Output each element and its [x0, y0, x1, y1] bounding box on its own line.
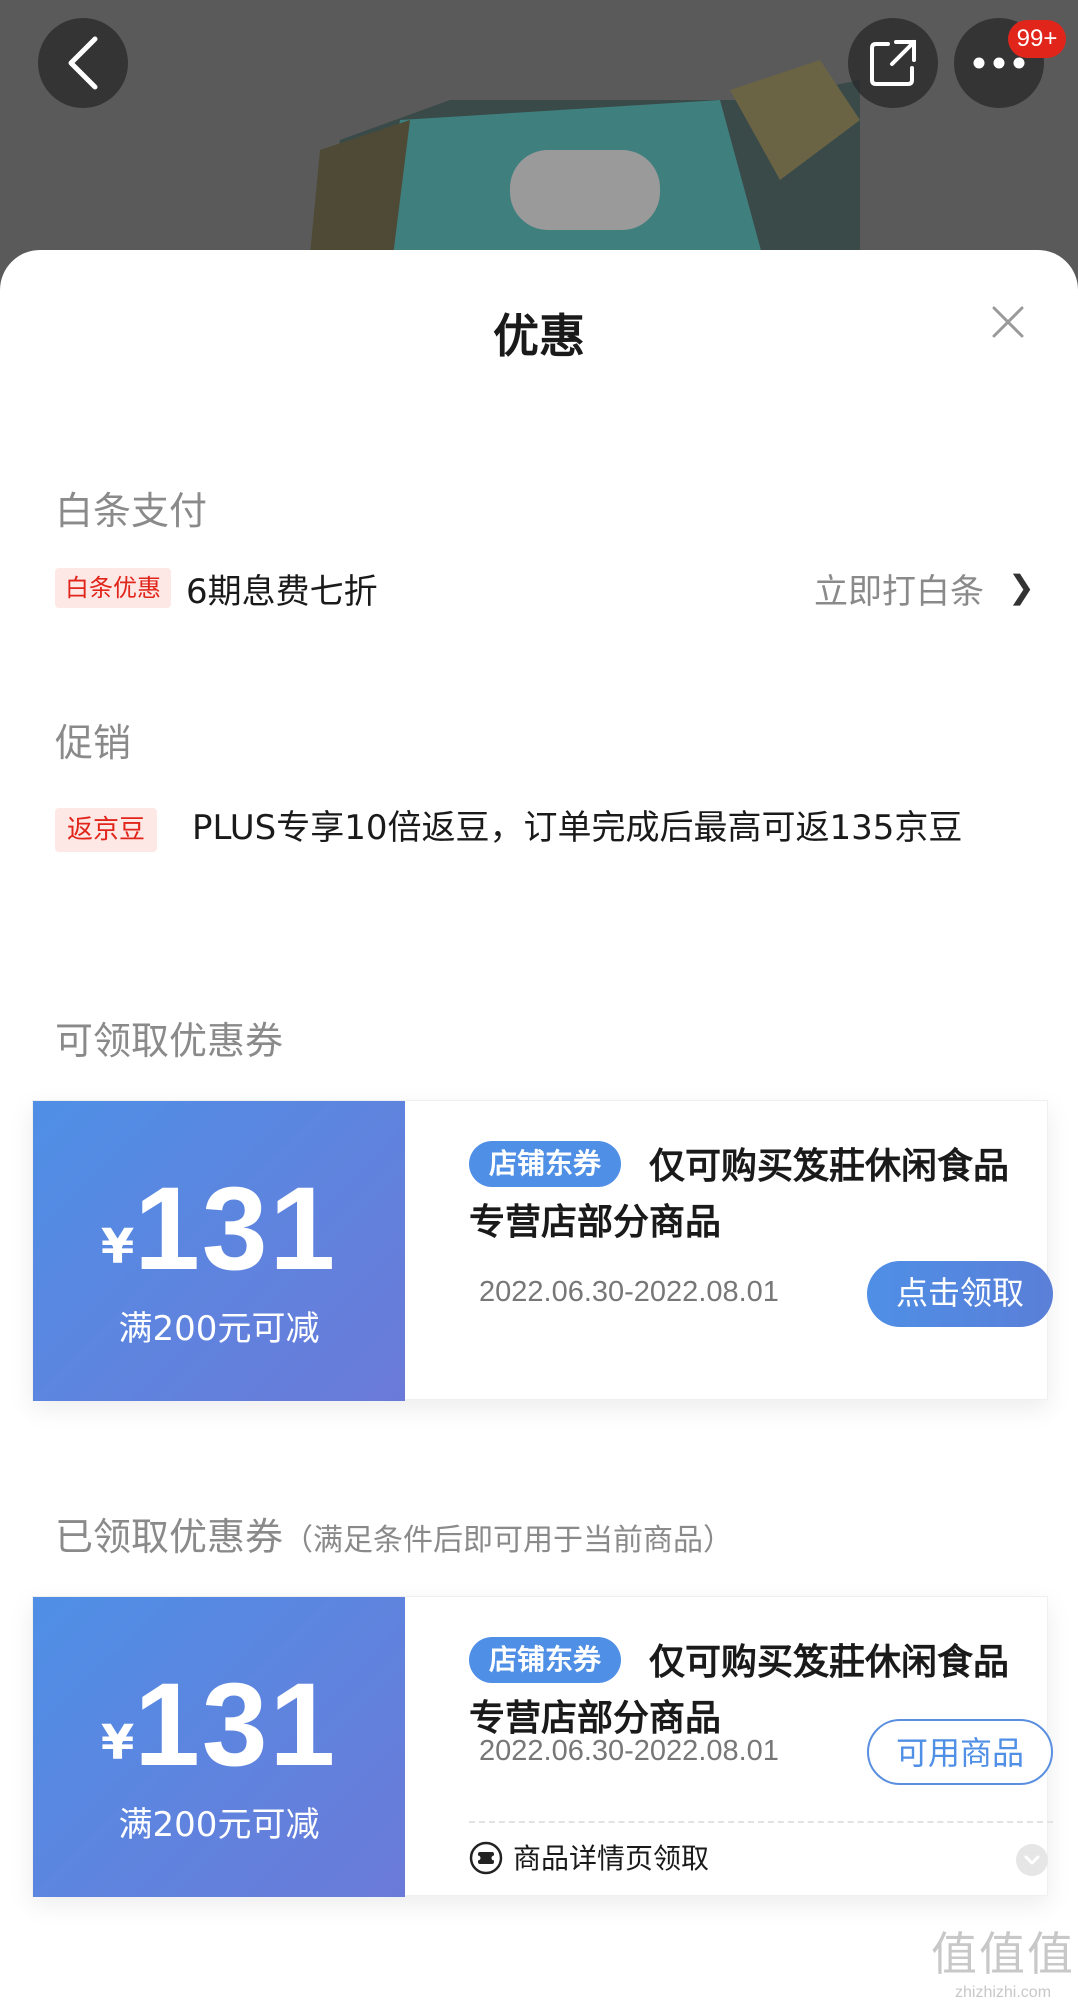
notification-badge: 99+: [1008, 20, 1066, 58]
coupon-info-panel: 仅可购买笈莊休闲食品专营店部分商品 店铺东券 2022.06.30-2022.0…: [405, 1101, 1053, 1401]
coupon-type-tag: 店铺东券: [469, 1637, 622, 1683]
available-section-title: 可领取优惠券: [55, 1019, 284, 1063]
coupon-condition: 满200元可减: [118, 1805, 320, 1845]
baitiao-link[interactable]: 立即打白条: [814, 564, 984, 613]
coupon-value-panel: ¥131 满200元可减: [33, 1597, 405, 1897]
claimed-section-label: 已领取优惠券: [55, 1515, 284, 1559]
discount-sheet: 优惠 白条支付 白条优惠 6期息费七折 立即打白条 ❯ 促销 返京豆 PLUS专…: [0, 250, 1078, 2013]
coupon-condition: 满200元可减: [118, 1309, 320, 1349]
baitiao-section-title: 白条支付: [55, 489, 208, 533]
currency-symbol: ¥: [100, 1219, 135, 1275]
coupon-source-icon: [469, 1841, 503, 1875]
coupon-validity-date: 2022.06.30-2022.08.01: [479, 1276, 779, 1308]
coupon-type-tag: 店铺东券: [469, 1141, 622, 1187]
coupon-card-claimed: ¥131 满200元可减 仅可购买笈莊休闲食品专营店部分商品 店铺东券 2022…: [32, 1596, 1053, 1897]
watermark-url: zhizhizhi.com: [954, 1984, 1052, 2001]
coupon-validity-date: 2022.06.30-2022.08.01: [479, 1735, 779, 1767]
coupon-info-panel: 仅可购买笈莊休闲食品专营店部分商品 店铺东券 2022.06.30-2022.0…: [405, 1597, 1053, 1897]
promo-section-title: 促销: [55, 721, 132, 765]
claim-coupon-button[interactable]: 点击领取: [867, 1261, 1053, 1327]
sheet-title: 优惠: [493, 309, 585, 363]
chevron-down-icon[interactable]: [1015, 1843, 1049, 1877]
coupon-card-available: ¥131 满200元可减 仅可购买笈莊休闲食品专营店部分商品 店铺东券 2022…: [32, 1100, 1053, 1401]
coupon-amount: 131: [134, 1659, 338, 1791]
coupon-value-panel: ¥131 满200元可减: [33, 1101, 405, 1401]
claimed-section-title: 已领取优惠券（满足条件后即可用于当前商品）: [55, 1506, 733, 1561]
close-icon[interactable]: [988, 302, 1028, 342]
promo-tag: 返京豆: [55, 808, 158, 852]
more-icon: [973, 57, 1025, 69]
baitiao-tag: 白条优惠: [55, 568, 171, 608]
coupon-amount: 131: [134, 1163, 338, 1295]
available-products-button[interactable]: 可用商品: [867, 1719, 1053, 1785]
share-button[interactable]: [848, 18, 938, 108]
claimed-section-note: （满足条件后即可用于当前商品）: [283, 1523, 734, 1558]
chevron-right-icon[interactable]: ❯: [1008, 568, 1035, 606]
divider: [469, 1821, 1053, 1823]
back-icon: [68, 36, 98, 90]
back-button[interactable]: [38, 18, 128, 108]
share-icon: [870, 40, 916, 86]
watermark-logo: 值值值: [931, 1927, 1075, 1981]
coupon-source-text: 商品详情页领取: [513, 1842, 710, 1875]
promo-text: PLUS专享10倍返豆，订单完成后最高可返135京豆: [192, 808, 963, 848]
baitiao-text: 6期息费七折: [186, 572, 378, 612]
currency-symbol: ¥: [100, 1715, 135, 1771]
watermark: 值值值 zhizhizhi.com: [928, 1924, 1078, 2013]
